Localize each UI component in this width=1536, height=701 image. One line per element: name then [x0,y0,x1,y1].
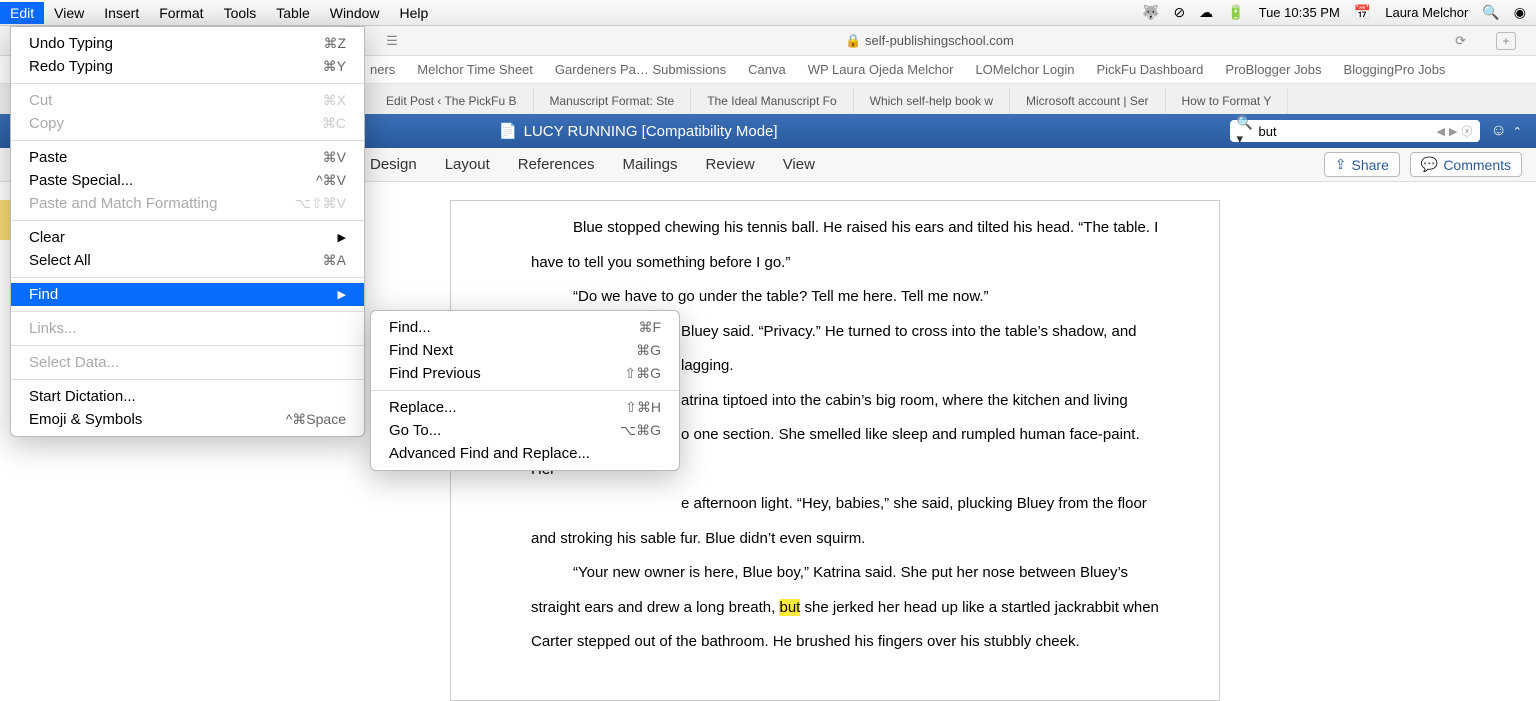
browser-tab[interactable]: Which self-help book w [854,88,1010,114]
submenu-goto[interactable]: Go To...⌥⌘G [371,419,679,442]
menu-separator [11,311,364,312]
menu-separator [11,345,364,346]
paragraph: “Your new owner is here, Blue boy,” Katr… [531,556,1159,660]
bookmark-item[interactable]: Gardeners Pa… Submissions [555,62,726,77]
menu-paste-match: Paste and Match Formatting⌥⇧⌘V [11,192,364,215]
calendar-icon[interactable]: 📅 [1354,4,1371,21]
submenu-arrow-icon: ▶ [338,231,346,244]
paragraph: Blue stopped chewing his tennis ball. He… [531,211,1159,280]
menu-paste-special[interactable]: Paste Special...^⌘V [11,169,364,192]
menu-separator [11,140,364,141]
menu-format[interactable]: Format [149,2,213,24]
lock-icon: 🔒 [845,33,861,48]
bookmark-item[interactable]: ProBlogger Jobs [1225,62,1321,77]
menu-clear[interactable]: Clear▶ [11,226,364,249]
submenu-advanced[interactable]: Advanced Find and Replace... [371,442,679,465]
ribbon-tab-mailings[interactable]: Mailings [622,156,677,173]
menubar-clock[interactable]: Tue 10:35 PM [1259,5,1340,20]
bookmark-item[interactable]: LOMelchor Login [975,62,1074,77]
edit-menu-dropdown: Undo Typing⌘Z Redo Typing⌘Y Cut⌘X Copy⌘C… [10,26,365,437]
refresh-icon[interactable]: ⟳ [1455,33,1466,49]
comment-icon: 💬 [1421,156,1438,173]
bookmark-item[interactable]: Canva [748,62,786,77]
search-clear-icon[interactable]: ⓧ [1459,123,1474,139]
siri-icon[interactable]: ◉ [1514,4,1526,21]
menu-separator [11,83,364,84]
menubar-username[interactable]: Laura Melchor [1385,5,1468,20]
check-icon[interactable]: ⊘ [1173,4,1185,21]
menu-paste[interactable]: Paste⌘V [11,146,364,169]
sidebar-toggle-icon[interactable]: ☰ [380,33,404,49]
menu-separator [11,220,364,221]
find-submenu: Find...⌘F Find Next⌘G Find Previous⇧⌘G R… [370,310,680,471]
wolf-icon[interactable]: 🐺 [1142,4,1159,21]
submenu-find-next[interactable]: Find Next⌘G [371,339,679,362]
ribbon-tab-view[interactable]: View [783,156,815,173]
browser-tab[interactable]: Edit Post ‹ The PickFu B [370,88,534,114]
menu-tools[interactable]: Tools [214,2,267,24]
menu-dictation[interactable]: Start Dictation... [11,385,364,408]
menu-separator [371,390,679,391]
paragraph: e afternoon light. “Hey, babies,” she sa… [531,487,1159,556]
menu-separator [11,277,364,278]
browser-tab[interactable]: Microsoft account | Ser [1010,88,1166,114]
menu-select-all[interactable]: Select All⌘A [11,249,364,272]
search-input[interactable] [1259,124,1435,139]
document-title: LUCY RUNNING [Compatibility Mode] [524,123,778,140]
menu-edit[interactable]: Edit [0,2,44,24]
bookmark-item[interactable]: Melchor Time Sheet [417,62,533,77]
spotlight-icon[interactable]: 🔍 [1482,4,1499,21]
ribbon-tab-design[interactable]: Design [370,156,417,173]
search-icon: 🔍▾ [1236,115,1258,147]
link-icon[interactable]: ☁︎ [1199,4,1213,21]
browser-tab[interactable]: Manuscript Format: Ste [534,88,692,114]
menu-links: Links... [11,317,364,340]
bookmark-item[interactable]: PickFu Dashboard [1096,62,1203,77]
browser-tab[interactable]: The Ideal Manuscript Fo [691,88,853,114]
submenu-replace[interactable]: Replace...⇧⌘H [371,396,679,419]
ribbon-tab-layout[interactable]: Layout [445,156,490,173]
menu-insert[interactable]: Insert [94,2,149,24]
search-prev-icon[interactable]: ◀ [1435,125,1447,138]
ribbon-tab-review[interactable]: Review [706,156,755,173]
menu-help[interactable]: Help [390,2,439,24]
bookmark-item[interactable]: WP Laura Ojeda Melchor [808,62,954,77]
document-search[interactable]: 🔍▾ ◀ ▶ ⓧ [1230,120,1480,142]
menu-undo[interactable]: Undo Typing⌘Z [11,32,364,55]
share-button[interactable]: + [1496,32,1516,50]
search-highlight: but [779,599,800,616]
search-next-icon[interactable]: ▶ [1447,125,1459,138]
submenu-find-prev[interactable]: Find Previous⇧⌘G [371,362,679,385]
menu-view[interactable]: View [44,2,94,24]
menu-copy: Copy⌘C [11,112,364,135]
macos-menubar: Edit View Insert Format Tools Table Wind… [0,0,1536,26]
collapse-ribbon-icon[interactable]: ⌃ [1513,125,1522,138]
comments-button[interactable]: 💬Comments [1410,152,1522,177]
submenu-find[interactable]: Find...⌘F [371,316,679,339]
menu-separator [11,379,364,380]
browser-url[interactable]: 🔒 self-publishingschool.com [404,33,1455,49]
browser-tab[interactable]: How to Format Y [1166,88,1289,114]
bookmark-item[interactable]: ners [370,62,395,77]
feedback-icon[interactable]: ☺ [1490,122,1506,140]
battery-icon[interactable]: 🔋 [1227,4,1244,21]
menu-emoji[interactable]: Emoji & Symbols^⌘Space [11,408,364,431]
menu-table[interactable]: Table [266,2,319,24]
menu-window[interactable]: Window [320,2,390,24]
menu-find[interactable]: Find▶ [11,283,364,306]
menu-cut: Cut⌘X [11,89,364,112]
menu-redo[interactable]: Redo Typing⌘Y [11,55,364,78]
share-button[interactable]: ⇪Share [1324,152,1400,177]
bookmark-item[interactable]: BloggingPro Jobs [1344,62,1446,77]
menu-select-data: Select Data... [11,351,364,374]
submenu-arrow-icon: ▶ [338,288,346,301]
share-icon: ⇪ [1335,156,1347,173]
document-icon: 📄 [499,122,518,140]
ribbon-tab-references[interactable]: References [518,156,595,173]
